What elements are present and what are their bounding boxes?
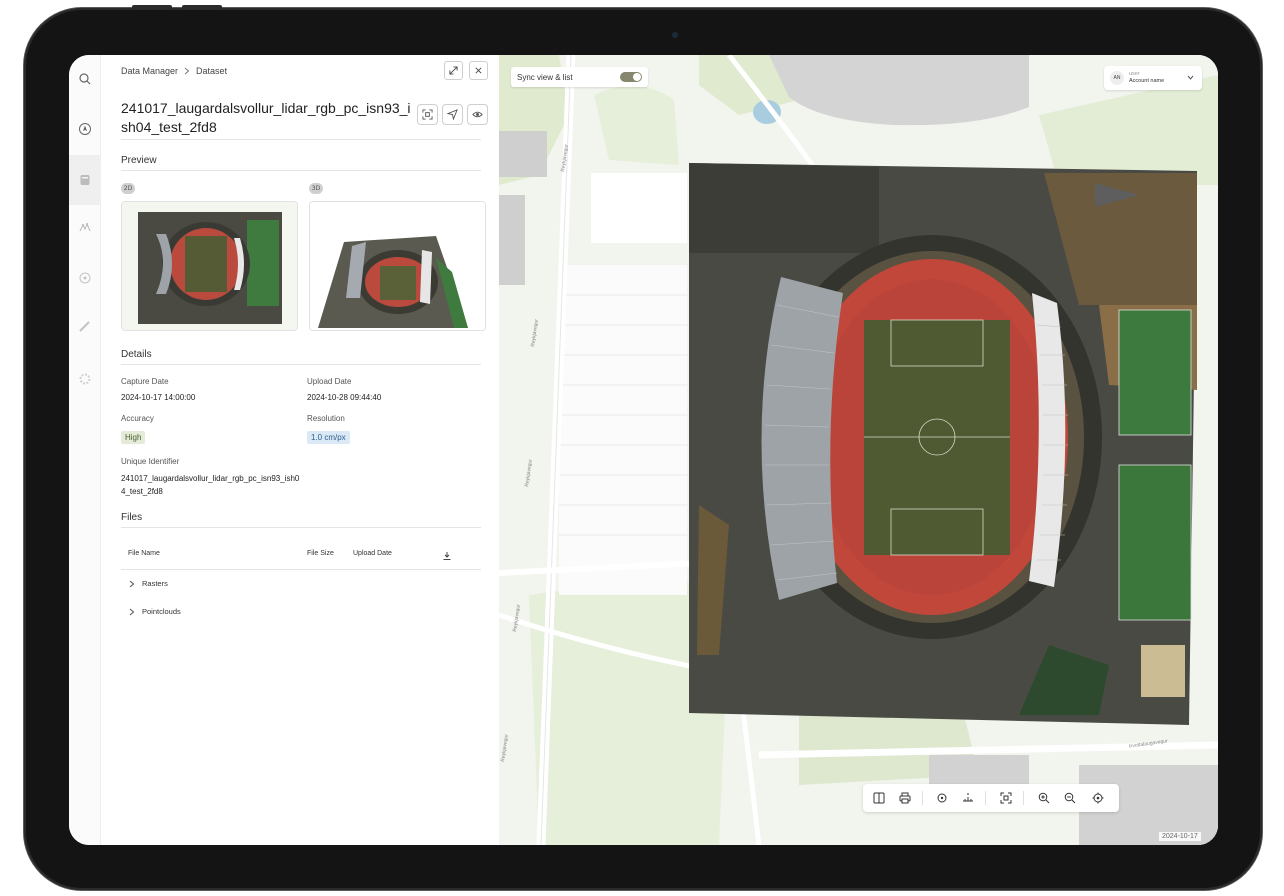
sidebar-rail [69,55,101,845]
preview-2d-badge: 2D [121,183,135,194]
settings-icon[interactable] [75,369,95,389]
target-icon[interactable] [75,268,95,288]
breadcrumb-root[interactable]: Data Manager [121,66,178,76]
dataset-title: 241017_laugardalsvollur_lidar_rgb_pc_isn… [121,100,411,135]
accuracy-label: Accuracy [121,414,154,423]
toolbar-divider [922,791,923,805]
zoom-out-icon [1064,792,1076,804]
map-canvas[interactable] [499,55,1218,845]
close-button[interactable] [469,61,488,80]
my-location-icon [1092,792,1104,804]
imagery-date-tag: 2024-10-17 [1159,832,1201,841]
split-view-button[interactable] [870,789,888,807]
chevron-right-icon [129,608,135,615]
orthomosaic-overlay [689,163,1197,725]
camera-dot [672,32,678,38]
focus-button[interactable] [417,104,438,125]
col-file-name[interactable]: File Name [128,550,160,557]
expand-button[interactable] [444,61,463,80]
breadcrumb-current: Dataset [196,66,228,76]
accuracy-chip: High [121,431,146,444]
volume-button [132,5,172,9]
compass-icon[interactable] [75,119,95,139]
account-user: user [1129,71,1140,77]
preview-3d-thumbnail[interactable] [309,201,486,331]
print-button[interactable] [896,789,914,807]
avatar: AN [1110,71,1124,85]
chevron-right-icon [129,580,135,587]
download-icon [443,552,451,560]
eye-icon [472,111,483,118]
breadcrumb: Data Manager Dataset [121,66,227,76]
upload-date-value: 2024-10-28 09:44:40 [307,393,382,402]
network-icon[interactable] [75,218,95,238]
map-view[interactable]: Reykjavegur Reykjavegur Reykjavegur Reyk… [499,55,1218,845]
logo-icon[interactable] [75,69,95,89]
sync-toggle[interactable]: Sync view & list [511,67,648,87]
zoom-in-button[interactable] [1035,789,1053,807]
preview-2d-thumbnail[interactable] [121,201,298,331]
divider [121,139,481,140]
split-view-icon [873,792,885,804]
measure-icon [963,793,973,802]
resolution-label: Resolution [307,414,345,423]
print-icon [899,792,911,804]
account-name: Account name [1129,78,1165,84]
file-row-label: Pointclouds [142,607,181,616]
capture-date-value: 2024-10-17 14:00:00 [121,393,196,402]
file-row-rasters[interactable]: Rasters [129,579,168,588]
navigate-icon [447,109,458,120]
dataset-panel: Data Manager Dataset 241017_laugardalsvo… [101,55,499,845]
fit-extent-icon [1000,792,1012,804]
chevron-right-icon [184,67,190,75]
resolution-chip: 1.0 cm/px [307,431,350,444]
divider [121,527,481,528]
capture-date-label: Capture Date [121,377,169,386]
volume-button [182,5,222,9]
focus-frame-icon [422,109,433,120]
chevron-down-icon [1187,75,1194,80]
account-menu[interactable]: AN user Account name [1104,66,1202,90]
details-heading: Details [121,349,152,360]
divider [121,170,481,171]
col-file-size[interactable]: File Size [307,550,334,557]
sync-label: Sync view & list [517,72,573,82]
measure-button[interactable] [959,789,977,807]
upload-date-label: Upload Date [307,377,352,386]
ruler-icon[interactable] [75,317,95,337]
divider [121,569,481,570]
download-all-button[interactable] [442,548,452,566]
expand-icon [449,66,458,75]
uid-value: 241017_laugardalsvollur_lidar_rgb_pc_isn… [121,474,300,496]
zoom-out-button[interactable] [1061,789,1079,807]
toolbar-divider [1023,791,1024,805]
fit-extent-button[interactable] [997,789,1015,807]
col-upload-date[interactable]: Upload Date [353,550,392,557]
uid-label: Unique Identifier [121,457,180,466]
datasets-icon[interactable] [69,155,101,205]
preview-heading: Preview [121,155,157,166]
sync-switch[interactable] [620,72,642,82]
toolbar-divider [985,791,986,805]
locate-button[interactable] [442,104,463,125]
crosshair-icon [937,793,947,803]
locate-point-button[interactable] [933,789,951,807]
file-row-label: Rasters [142,579,168,588]
files-heading: Files [121,512,143,523]
app-screen: Data Manager Dataset 241017_laugardalsvo… [69,55,1218,845]
close-icon [475,67,482,74]
preview-3d-badge: 3D [309,183,323,194]
divider [121,364,481,365]
file-row-pointclouds[interactable]: Pointclouds [129,607,181,616]
visibility-button[interactable] [467,104,488,125]
map-toolbar [863,784,1119,812]
my-location-button[interactable] [1089,789,1107,807]
zoom-in-icon [1038,792,1050,804]
